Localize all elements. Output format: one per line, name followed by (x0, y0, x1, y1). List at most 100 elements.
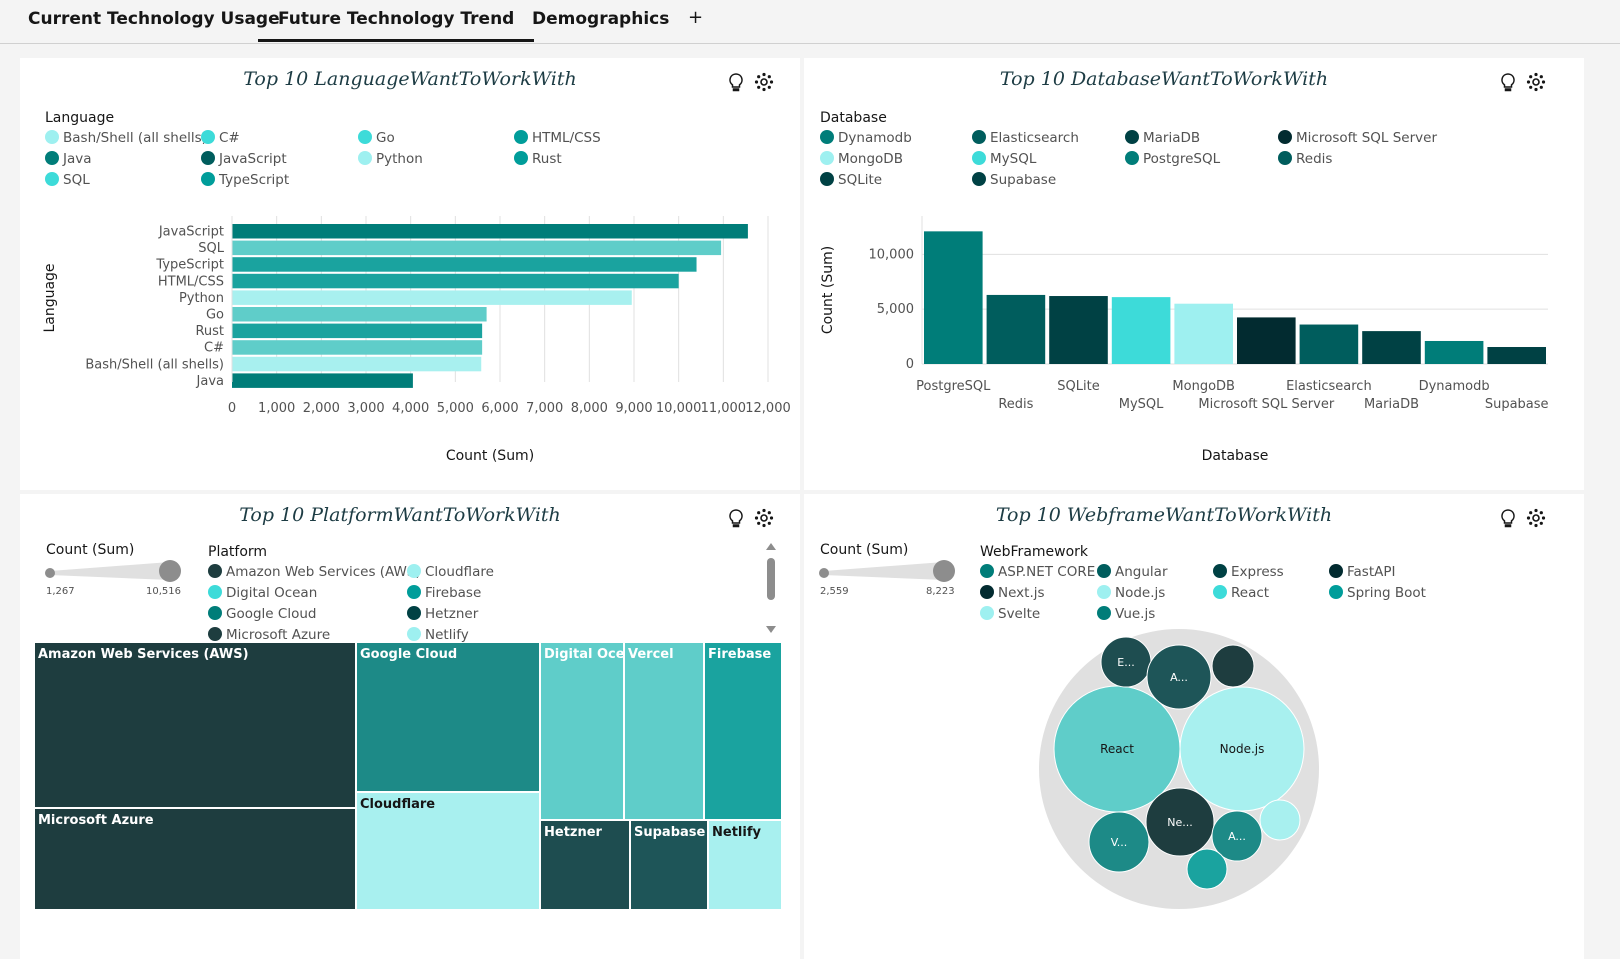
legend-item[interactable]: Elasticsearch (972, 130, 1079, 146)
bar[interactable] (1049, 296, 1108, 364)
legend-item[interactable]: SQLite (820, 172, 882, 188)
bar[interactable] (232, 323, 483, 339)
bubble[interactable] (1259, 799, 1301, 841)
legend-dot-icon (407, 627, 421, 641)
legend-dot-icon (1097, 585, 1111, 599)
legend-item[interactable]: Netlify (407, 627, 469, 643)
legend-item[interactable]: FastAPI (1329, 564, 1395, 580)
legend-item[interactable]: PostgreSQL (1125, 151, 1220, 167)
legend-item[interactable]: Bash/Shell (all shells) (45, 130, 207, 146)
x-tick-label: Microsoft SQL Server (1198, 397, 1334, 412)
lightbulb-icon[interactable] (726, 508, 746, 528)
bar[interactable] (1237, 317, 1296, 364)
legend-item[interactable]: Amazon Web Services (AWS) (208, 564, 421, 580)
tab-current-technology-usage[interactable]: Current Technology Usage (8, 0, 300, 42)
legend-item[interactable]: React (1213, 585, 1269, 601)
dashboard-canvas: Top 10 LanguageWantToWorkWith Language 0… (4, 44, 1620, 959)
legend-scrollbar[interactable] (764, 540, 778, 636)
bar[interactable] (232, 240, 722, 256)
bubble[interactable] (1211, 644, 1255, 688)
settings-icon[interactable] (754, 508, 774, 528)
database-panel[interactable]: Top 10 DatabaseWantToWorkWith Database 0… (804, 58, 1584, 490)
treemap-cell[interactable]: Microsoft Azure (34, 808, 356, 910)
bar[interactable] (1424, 340, 1484, 364)
treemap-cell[interactable]: Digital Oce... (540, 642, 624, 820)
legend-item[interactable]: Dynamodb (820, 130, 912, 146)
legend-item[interactable]: MongoDB (820, 151, 903, 167)
settings-icon[interactable] (1526, 508, 1546, 528)
legend-item[interactable]: Firebase (407, 585, 481, 601)
legend-item[interactable]: Redis (1278, 151, 1332, 167)
bubble-label: Ne... (1167, 816, 1193, 829)
platform-panel-title: Top 10 PlatformWantToWorkWith (239, 504, 561, 526)
legend-item[interactable]: Node.js (1097, 585, 1165, 601)
bar[interactable] (1299, 324, 1359, 364)
legend-item[interactable]: Java (45, 151, 92, 167)
legend-item[interactable]: Python (358, 151, 423, 167)
bar[interactable] (232, 373, 413, 388)
legend-item[interactable]: Digital Ocean (208, 585, 317, 601)
legend-item[interactable]: Cloudflare (407, 564, 494, 580)
bar[interactable] (232, 257, 697, 272)
legend-item[interactable]: Supabase (972, 172, 1056, 188)
treemap-cell[interactable]: Google Cloud (356, 642, 540, 792)
bar[interactable] (1111, 297, 1171, 364)
legend-item[interactable]: SQL (45, 172, 90, 188)
platform-panel[interactable]: Top 10 PlatformWantToWorkWith Count (Sum… (20, 494, 800, 959)
legend-item[interactable]: Express (1213, 564, 1284, 580)
settings-icon[interactable] (754, 72, 774, 92)
treemap-cell[interactable]: Firebase (704, 642, 782, 820)
platform-count-slider[interactable] (42, 560, 182, 582)
legend-item[interactable]: Rust (514, 151, 562, 167)
bar[interactable] (232, 356, 482, 372)
legend-item[interactable]: Microsoft Azure (208, 627, 330, 643)
treemap-cell[interactable]: Hetzner (540, 820, 630, 910)
legend-item[interactable]: MySQL (972, 151, 1036, 167)
lightbulb-icon[interactable] (1498, 72, 1518, 92)
legend-item[interactable]: Angular (1097, 564, 1168, 580)
legend-label: Go (376, 130, 395, 146)
legend-item[interactable]: C# (201, 130, 240, 146)
legend-item[interactable]: Google Cloud (208, 606, 316, 622)
language-panel[interactable]: Top 10 LanguageWantToWorkWith Language 0… (20, 58, 800, 490)
treemap-cell[interactable]: Supabase (630, 820, 708, 910)
bar[interactable] (232, 290, 632, 305)
webframe-panel[interactable]: Top 10 WebframeWantToWorkWith Count (Sum… (804, 494, 1584, 959)
tab-demographics[interactable]: Demographics (512, 0, 689, 42)
x-tick-label: MongoDB (1172, 379, 1235, 394)
platform-slider-label: Count (Sum) (46, 542, 135, 558)
treemap-cell[interactable]: Vercel (624, 642, 704, 820)
legend-item[interactable]: Next.js (980, 585, 1045, 601)
treemap-cell[interactable]: Amazon Web Services (AWS) (34, 642, 356, 808)
legend-item[interactable]: TypeScript (201, 172, 289, 188)
x-tick-label: MariaDB (1364, 397, 1419, 412)
legend-item[interactable]: Spring Boot (1329, 585, 1426, 601)
legend-item[interactable]: Vue.js (1097, 606, 1155, 622)
bar[interactable] (924, 231, 983, 364)
legend-item[interactable]: HTML/CSS (514, 130, 601, 146)
tab-future-technology-trend[interactable]: Future Technology Trend (258, 0, 535, 42)
add-tab-button[interactable]: + (688, 0, 703, 40)
legend-item[interactable]: Svelte (980, 606, 1040, 622)
legend-item[interactable]: Hetzner (407, 606, 478, 622)
lightbulb-icon[interactable] (1498, 508, 1518, 528)
bar[interactable] (232, 340, 483, 355)
bubble[interactable] (1186, 848, 1228, 890)
webframe-count-slider[interactable] (816, 560, 956, 582)
legend-item[interactable]: JavaScript (201, 151, 287, 167)
legend-item[interactable]: ASP.NET CORE (980, 564, 1095, 580)
bar[interactable] (1487, 347, 1546, 364)
bar[interactable] (986, 294, 1046, 364)
lightbulb-icon[interactable] (726, 72, 746, 92)
legend-item[interactable]: Microsoft SQL Server (1278, 130, 1437, 146)
bar[interactable] (232, 224, 748, 239)
legend-item[interactable]: MariaDB (1125, 130, 1200, 146)
treemap-cell[interactable]: Cloudflare (356, 792, 540, 910)
treemap-cell[interactable]: Netlify (708, 820, 782, 910)
bar[interactable] (232, 307, 487, 322)
bar[interactable] (1362, 331, 1421, 364)
bar[interactable] (1174, 303, 1233, 364)
bar[interactable] (232, 273, 679, 289)
settings-icon[interactable] (1526, 72, 1546, 92)
legend-item[interactable]: Go (358, 130, 395, 146)
